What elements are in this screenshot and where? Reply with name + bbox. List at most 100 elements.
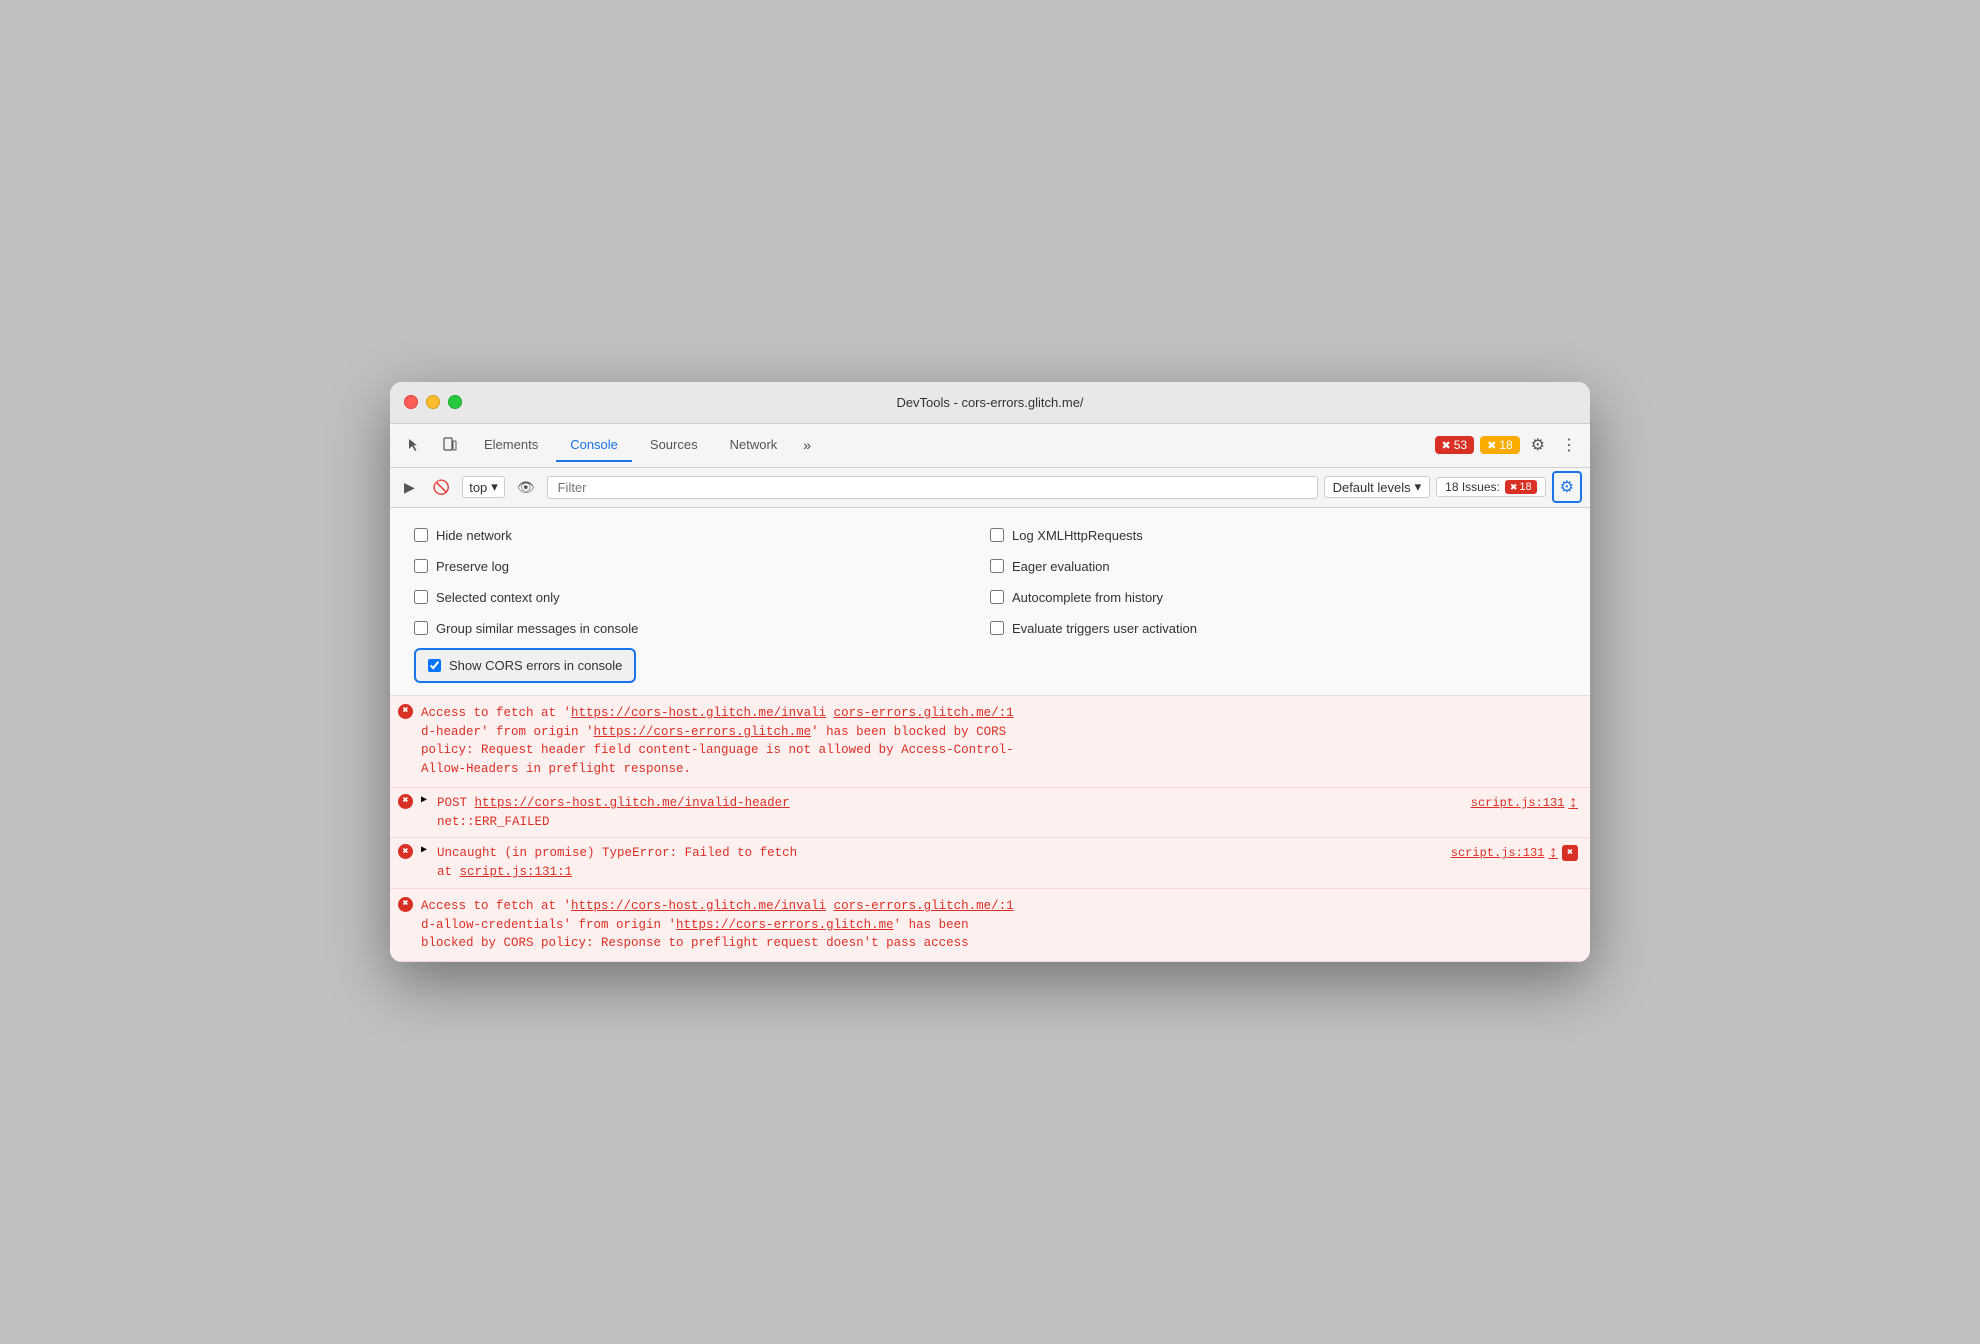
tab-sources[interactable]: Sources [636, 429, 712, 462]
console-error-entry-1: ✖ Access to fetch at 'https://cors-host.… [390, 696, 1590, 788]
tab-elements[interactable]: Elements [470, 429, 552, 462]
selected-context-label: Selected context only [436, 590, 560, 605]
error-count: 53 [1454, 438, 1467, 452]
error-text-3: Uncaught (in promise) TypeError: Failed … [437, 844, 1443, 882]
eye-button[interactable]: 👁 [511, 475, 541, 500]
context-label: top [469, 480, 487, 495]
log-levels-selector[interactable]: Default levels ▾ [1324, 476, 1431, 498]
close-button[interactable] [404, 395, 418, 409]
error-link-1c[interactable]: https://cors-errors.glitch.me [594, 725, 812, 739]
error-source-2: script.js:131 ↕ [1471, 794, 1578, 812]
autocomplete-checkbox[interactable] [990, 590, 1004, 604]
error-post-link[interactable]: https://cors-host.glitch.me/invalid-head… [475, 796, 790, 810]
error-link-4a[interactable]: https://cors-host.glitch.me/invali [571, 899, 826, 913]
hide-network-checkbox[interactable] [414, 528, 428, 542]
group-similar-label: Group similar messages in console [436, 621, 638, 636]
device-toolbar-button[interactable] [434, 431, 466, 459]
expand-icon-3[interactable]: ▶ [421, 844, 427, 856]
log-xmlhttp-label: Log XMLHttpRequests [1012, 528, 1143, 543]
eager-eval-checkbox[interactable] [990, 559, 1004, 573]
eager-eval-label: Eager evaluation [1012, 559, 1110, 574]
scroll-icon-3[interactable]: ↕ [1548, 844, 1558, 862]
hide-network-row: Hide network [414, 520, 990, 551]
log-levels-label: Default levels [1333, 480, 1411, 495]
error-text-4: Access to fetch at 'https://cors-host.gl… [421, 897, 1578, 953]
autocomplete-row: Autocomplete from history [990, 582, 1566, 613]
more-options-button[interactable]: ⋮ [1556, 430, 1582, 460]
dropdown-arrow-icon: ▾ [491, 479, 498, 495]
log-levels-arrow-icon: ▾ [1415, 479, 1422, 495]
issues-x-icon: ✖ [1510, 482, 1518, 493]
issues-error-badge: ✖ 18 [1505, 480, 1537, 494]
error-link-1a[interactable]: https://cors-host.glitch.me/invali [571, 706, 826, 720]
scroll-icon-2[interactable]: ↕ [1568, 794, 1578, 812]
tab-network[interactable]: Network [716, 429, 792, 462]
play-button[interactable]: ▶ [398, 475, 421, 500]
show-cors-label: Show CORS errors in console [449, 658, 622, 673]
error-source-link-3[interactable]: script.js:131 [1451, 846, 1545, 860]
console-error-entry-2: ✖ ▶ POST https://cors-host.glitch.me/inv… [390, 788, 1590, 839]
error-text-2: POST https://cors-host.glitch.me/invalid… [437, 794, 1463, 832]
evaluate-triggers-label: Evaluate triggers user activation [1012, 621, 1197, 636]
log-xmlhttp-checkbox[interactable] [990, 528, 1004, 542]
console-output: ✖ Access to fetch at 'https://cors-host.… [390, 696, 1590, 962]
traffic-lights [404, 395, 462, 409]
preserve-log-checkbox[interactable] [414, 559, 428, 573]
minimize-button[interactable] [426, 395, 440, 409]
group-similar-checkbox[interactable] [414, 621, 428, 635]
issues-count: 18 [1519, 481, 1531, 493]
titlebar: DevTools - cors-errors.glitch.me/ [390, 382, 1590, 424]
error-icon-1: ✖ [398, 704, 413, 719]
error-subtext-link-3[interactable]: script.js:131:1 [460, 865, 573, 879]
window-title: DevTools - cors-errors.glitch.me/ [896, 395, 1083, 410]
devtools-window: DevTools - cors-errors.glitch.me/ Elemen… [390, 382, 1590, 962]
cursor-icon [406, 437, 422, 453]
expand-icon-2[interactable]: ▶ [421, 794, 427, 806]
console-error-entry-3: ✖ ▶ Uncaught (in promise) TypeError: Fai… [390, 838, 1590, 889]
main-toolbar: Elements Console Sources Network » ✖ 53 … [390, 424, 1590, 468]
error-text-1: Access to fetch at 'https://cors-host.gl… [421, 704, 1578, 779]
error-icon-4: ✖ [398, 897, 413, 912]
settings-left-col: Hide network Preserve log Selected conte… [414, 520, 990, 683]
tab-console[interactable]: Console [556, 429, 632, 462]
maximize-button[interactable] [448, 395, 462, 409]
error-link-4b[interactable]: cors-errors.glitch.me/:1 [834, 899, 1014, 913]
error-link-1b[interactable]: cors-errors.glitch.me/:1 [834, 706, 1014, 720]
group-similar-row: Group similar messages in console [414, 613, 990, 644]
error-count-badge: ✖ 53 [1435, 436, 1475, 454]
console-toolbar: ▶ 🚫 top ▾ 👁 Default levels ▾ 18 Issues: … [390, 468, 1590, 508]
log-xmlhttp-row: Log XMLHttpRequests [990, 520, 1566, 551]
hide-network-label: Hide network [436, 528, 512, 543]
more-tabs-button[interactable]: » [795, 431, 819, 459]
selected-context-row: Selected context only [414, 582, 990, 613]
filter-input[interactable] [547, 476, 1318, 499]
show-cors-checkbox[interactable] [428, 659, 441, 672]
evaluate-triggers-row: Evaluate triggers user activation [990, 613, 1566, 644]
device-icon [442, 437, 458, 453]
console-error-entry-4: ✖ Access to fetch at 'https://cors-host.… [390, 889, 1590, 962]
preserve-log-row: Preserve log [414, 551, 990, 582]
settings-right-col: Log XMLHttpRequests Eager evaluation Aut… [990, 520, 1566, 683]
dismiss-icon-3[interactable]: ✖ [1562, 845, 1578, 861]
show-cors-row: Show CORS errors in console [414, 648, 636, 683]
error-subtext-2: net::ERR_FAILED [437, 815, 550, 829]
error-link-4c[interactable]: https://cors-errors.glitch.me [676, 918, 894, 932]
evaluate-triggers-checkbox[interactable] [990, 621, 1004, 635]
autocomplete-label: Autocomplete from history [1012, 590, 1163, 605]
error-icon-2: ✖ [398, 794, 413, 809]
context-selector[interactable]: top ▾ [462, 476, 505, 498]
error-subtext-3: at script.js:131:1 [437, 865, 572, 879]
error-x-icon: ✖ [1442, 439, 1451, 452]
issues-badge: 18 Issues: ✖ 18 [1436, 477, 1546, 497]
error-source-3: script.js:131 ↕ ✖ [1451, 844, 1578, 862]
clear-console-button[interactable]: 🚫 [427, 475, 456, 500]
settings-panel: Hide network Preserve log Selected conte… [390, 508, 1590, 696]
console-settings-button[interactable]: ⚙ [1552, 471, 1582, 503]
issues-text: 18 Issues: [1445, 480, 1500, 494]
selected-context-checkbox[interactable] [414, 590, 428, 604]
select-tool-button[interactable] [398, 431, 430, 459]
toolbar-right: ✖ 53 ✖ 18 ⚙ ⋮ [1435, 430, 1583, 460]
error-source-link-2[interactable]: script.js:131 [1471, 796, 1565, 810]
error-icon-3: ✖ [398, 844, 413, 859]
settings-button[interactable]: ⚙ [1526, 430, 1550, 460]
